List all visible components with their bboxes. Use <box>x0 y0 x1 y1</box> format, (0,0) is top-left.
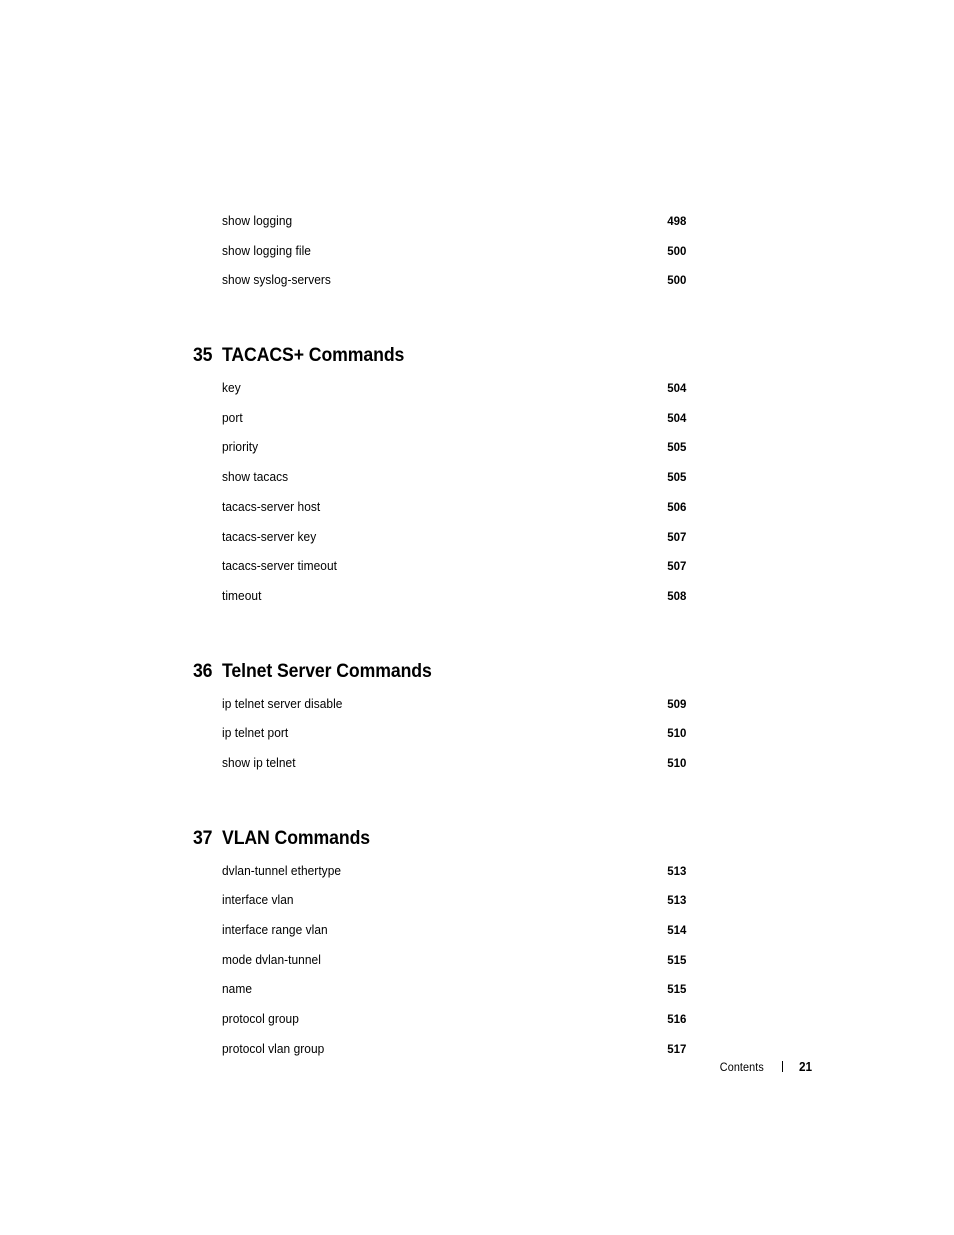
toc-entry-label: timeout <box>222 588 262 603</box>
toc-entry-label: show ip telnet <box>222 755 296 770</box>
toc-entry-page-number: 506 <box>666 499 686 514</box>
toc-entry-label: interface vlan <box>222 893 294 908</box>
toc-entry[interactable]: show logging 498 <box>193 214 686 244</box>
toc-entry-page-number: 513 <box>666 893 686 908</box>
toc-entry-label: interface range vlan <box>222 923 328 937</box>
toc-entry-label: show tacacs <box>222 470 289 485</box>
toc-entry[interactable]: ip telnet port 510 <box>193 726 686 756</box>
chapter-number: 35 <box>193 345 213 367</box>
toc-entry-label: mode dvlan-tunnel <box>222 952 321 967</box>
footer-page-number: 21 <box>799 1060 813 1074</box>
toc-entry-label: priority <box>222 440 259 455</box>
table-of-contents: show logging 498 show logging file 500 show … <box>193 214 686 1071</box>
toc-entry-label: tacacs-server host <box>222 499 321 514</box>
toc-entry-label: show logging file <box>222 243 311 258</box>
toc-chapter-heading[interactable]: 37 VLAN Commands <box>193 828 686 850</box>
toc-entry[interactable]: ip telnet server disable 509 <box>193 697 686 727</box>
toc-entry[interactable]: dvlan-tunnel ethertype 513 <box>193 864 686 894</box>
toc-entry[interactable]: interface vlan 513 <box>193 893 686 923</box>
toc-group: 35 TACACS+ Commands key 504 port 504 priority 5… <box>193 345 686 619</box>
toc-entry[interactable]: priority 505 <box>193 440 686 470</box>
toc-entry-page-number: 498 <box>666 214 686 228</box>
toc-entry-page-number: 500 <box>666 273 686 288</box>
toc-entry[interactable]: show ip telnet 510 <box>193 756 686 786</box>
toc-entry[interactable]: show logging file 500 <box>193 244 686 274</box>
toc-entry-label: show syslog-servers <box>222 273 331 288</box>
toc-entry-page-number: 500 <box>666 243 686 258</box>
toc-entry-page-number: 509 <box>666 696 686 711</box>
page-footer: Contents 21 <box>0 1060 813 1074</box>
chapter-title: Telnet Server Commands <box>222 660 432 682</box>
toc-entry-page-number: 513 <box>666 863 686 878</box>
toc-entry[interactable]: key 504 <box>193 381 686 411</box>
footer-separator-icon <box>782 1061 784 1072</box>
toc-entry-page-number: 508 <box>666 588 686 603</box>
toc-entry-label: ip telnet server disable <box>222 696 343 711</box>
footer-section-label: Contents <box>720 1062 765 1074</box>
toc-chapter-heading[interactable]: 36 Telnet Server Commands <box>193 661 686 683</box>
toc-entry-label: tacacs-server key <box>222 529 317 544</box>
toc-entry-page-number: 516 <box>666 1012 686 1027</box>
toc-entry[interactable]: tacacs-server timeout 507 <box>193 559 686 589</box>
toc-entry-page-number: 504 <box>666 410 686 425</box>
toc-entry-label: tacacs-server timeout <box>222 559 337 574</box>
toc-entry-page-number: 514 <box>666 923 686 937</box>
toc-entry-page-number: 504 <box>666 381 686 396</box>
toc-entry[interactable]: tacacs-server host 506 <box>193 500 686 530</box>
toc-entry-label: ip telnet port <box>222 726 289 741</box>
toc-entry[interactable]: port 504 <box>193 411 686 441</box>
toc-entry[interactable]: protocol group 516 <box>193 1012 686 1042</box>
toc-group: 36 Telnet Server Commands ip telnet server… <box>193 661 686 786</box>
toc-entry-label: name <box>222 982 253 997</box>
toc-entry-label: show logging <box>222 214 293 228</box>
toc-entry[interactable]: show tacacs 505 <box>193 470 686 500</box>
toc-group: show logging 498 show logging file 500 show … <box>193 214 686 303</box>
toc-entry-page-number: 507 <box>666 529 686 544</box>
toc-entry[interactable]: mode dvlan-tunnel 515 <box>193 953 686 983</box>
toc-entry-page-number: 505 <box>666 440 686 455</box>
toc-entry-page-number: 505 <box>666 470 686 485</box>
toc-entry-page-number: 510 <box>666 726 686 741</box>
toc-page: show logging 498 show logging file 500 show … <box>0 0 954 1235</box>
toc-entry-page-number: 517 <box>666 1041 686 1056</box>
toc-entry[interactable]: name 515 <box>193 982 686 1012</box>
toc-entry-page-number: 507 <box>666 559 686 574</box>
chapter-title: VLAN Commands <box>222 827 371 849</box>
chapter-number: 37 <box>193 827 213 849</box>
toc-entry-page-number: 515 <box>666 952 686 967</box>
toc-entry-label: protocol vlan group <box>222 1041 325 1056</box>
chapter-title: TACACS+ Commands <box>222 345 405 367</box>
toc-entry-page-number: 510 <box>666 755 686 770</box>
toc-entry[interactable]: tacacs-server key 507 <box>193 530 686 560</box>
toc-entry[interactable]: timeout 508 <box>193 589 686 619</box>
toc-entry-label: protocol group <box>222 1012 299 1027</box>
toc-entry-label: dvlan-tunnel ethertype <box>222 863 342 878</box>
toc-entry[interactable]: interface range vlan 514 <box>193 923 686 953</box>
toc-chapter-heading[interactable]: 35 TACACS+ Commands <box>193 345 686 367</box>
toc-entry-page-number: 515 <box>666 982 686 997</box>
toc-entry[interactable]: show syslog-servers 500 <box>193 273 686 303</box>
toc-group: 37 VLAN Commands dvlan-tunnel ethertype 513… <box>193 828 686 1072</box>
toc-entry-label: port <box>222 410 243 425</box>
chapter-number: 36 <box>193 660 213 682</box>
toc-entry-label: key <box>222 381 241 396</box>
